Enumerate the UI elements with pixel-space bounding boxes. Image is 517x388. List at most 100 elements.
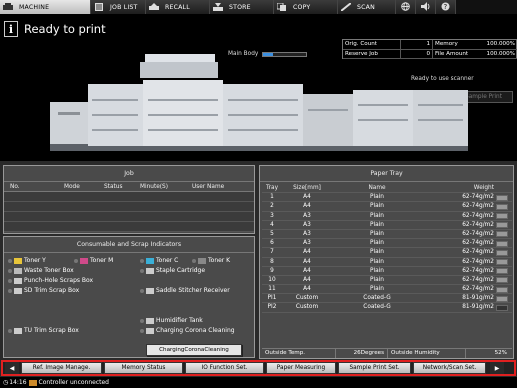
tray-row[interactable]: 2 A4 Plain 62-74g/m2 [262, 202, 512, 212]
tank-icon [146, 317, 154, 324]
saddle-stitcher-indicator: Saddle Stitcher Receiver [140, 287, 230, 294]
toner-icon [198, 257, 206, 264]
trim-box-icon [14, 327, 22, 334]
status-time: 14:16 [9, 379, 27, 386]
outside-temp-value: 26Degrees [336, 349, 388, 358]
consumables-panel: Consumable and Scrap Indicators Toner Y … [3, 236, 255, 358]
info-icon: i [4, 21, 18, 37]
tray-row[interactable]: 4 A3 Plain 62-74g/m2 [262, 221, 512, 230]
scroll-right-button[interactable]: ▶ [490, 362, 504, 374]
tray-level-icon [496, 249, 508, 256]
paper-measuring-button[interactable]: Paper Measuring [266, 362, 336, 374]
job-col-status: Status [104, 184, 123, 190]
toner-k-indicator: Toner K [192, 257, 230, 264]
left-arrow-icon: ◀ [9, 364, 15, 372]
memory-status-button[interactable]: Memory Status [104, 362, 183, 374]
tab-label: STORE [229, 3, 251, 11]
globe-button[interactable] [396, 0, 416, 14]
toner-icon [14, 257, 22, 264]
job-panel-title: Job [4, 166, 254, 182]
job-table-header: No. Mode Status Minute(S) User Name [4, 182, 254, 192]
tray-row[interactable]: 3 A3 Plain 62-74g/m2 [262, 212, 512, 221]
help-button[interactable]: ? [436, 0, 456, 14]
scroll-left-button[interactable]: ◀ [5, 362, 19, 374]
tab-copy[interactable]: COPY [274, 0, 338, 14]
punch-icon [14, 277, 22, 284]
trim-box-icon [14, 287, 22, 294]
volume-button[interactable] [416, 0, 436, 14]
tray-row[interactable]: 5 A3 Plain 62-74g/m2 [262, 230, 512, 240]
tray-row[interactable]: 6 A3 Plain 62-74g/m2 [262, 239, 512, 249]
waste-box-icon [14, 267, 22, 274]
tray-table-header: Tray Size[mm] Name Weight [262, 184, 512, 194]
tab-recall[interactable]: RECALL [146, 0, 210, 14]
store-icon [213, 3, 223, 11]
tray-row[interactable]: PI2 Custom Coated-G 81-91g/m2 [262, 303, 512, 313]
svg-text:?: ? [444, 3, 448, 11]
tab-machine[interactable]: MACHINE [0, 0, 91, 14]
corona-icon [146, 327, 154, 334]
orig-count-label: Orig. Count [343, 40, 401, 50]
charging-corona-cleaning-button[interactable]: ChargingCoronaCleaning [146, 344, 242, 356]
tab-label: MACHINE [19, 3, 50, 11]
status-line: ◷ 14:16 Controller unconnected [0, 377, 517, 388]
charging-corona-indicator: Charging Corona Cleaning [140, 327, 235, 334]
tab-job-list[interactable]: JOB LIST [91, 0, 146, 14]
tray-row[interactable]: PI1 Custom Coated-G 81-91g/m2 [262, 294, 512, 304]
tray-level-icon [496, 286, 508, 293]
tab-label: JOB LIST [110, 3, 138, 11]
tab-scan[interactable]: SCAN [338, 0, 396, 14]
sd-trim-indicator: SD Trim Scrap Box [8, 287, 79, 294]
job-list-icon [94, 3, 104, 11]
job-list-area[interactable] [4, 192, 254, 232]
help-icon: ? [441, 2, 450, 13]
job-col-no: No. [10, 184, 20, 190]
paper-tray-title: Paper Tray [260, 166, 513, 182]
punch-hole-indicator: Punch-Hole Scraps Box [8, 277, 93, 284]
toner-icon [80, 257, 88, 264]
waste-toner-indicator: Waste Toner Box [8, 267, 74, 274]
tray-row[interactable]: 1 A4 Plain 62-74g/m2 [262, 193, 512, 203]
io-function-set-button[interactable]: IO Function Set. [185, 362, 264, 374]
orig-count-value: 1 [401, 40, 433, 50]
job-col-minutes: Minute(S) [140, 184, 169, 190]
consumables-title: Consumable and Scrap Indicators [4, 237, 254, 253]
function-bar: ◀ Ref. Image Manage. Memory Status IO Fu… [1, 360, 516, 376]
status-text: Controller unconnected [38, 379, 109, 386]
tray-row[interactable]: 7 A4 Plain 62-74g/m2 [262, 248, 512, 258]
memory-label: Memory [435, 41, 458, 47]
tab-label: COPY [293, 3, 311, 11]
paper-tray-table: Tray Size[mm] Name Weight 1 A4 Plain 62-74g… [262, 184, 512, 313]
memory-cell: Memory 100.000% [433, 40, 517, 50]
tray-level-icon [496, 268, 508, 275]
ready-status: i Ready to print [4, 18, 194, 40]
job-panel: Job No. Mode Status Minute(S) User Name [3, 165, 255, 234]
machine-status-header: i Ready to print Orig. Count 1 Memory 10… [0, 14, 517, 161]
toner-y-indicator: Toner Y [8, 257, 46, 264]
tray-level-icon [496, 203, 508, 210]
tray-level-icon [496, 222, 508, 229]
tray-row[interactable]: 10 A4 Plain 62-74g/m2 [262, 276, 512, 286]
sample-print-set-button[interactable]: Sample Print Set. [338, 362, 411, 374]
file-amount-value: 100.000% [486, 50, 515, 57]
copy-icon [276, 2, 287, 11]
network-scan-set-button[interactable]: Network/Scan Set. [413, 362, 486, 374]
staple-icon [146, 267, 154, 274]
outside-temp-label: Outside Temp. [262, 349, 336, 358]
outside-conditions: Outside Temp. 26Degrees Outside Humidity… [262, 348, 512, 358]
tray-row[interactable]: 8 A4 Plain 62-74g/m2 [262, 258, 512, 267]
tray-level-icon [496, 304, 508, 311]
tray-level-icon [496, 277, 508, 284]
recall-icon [149, 3, 159, 11]
tab-label: RECALL [165, 3, 190, 11]
job-col-mode: Mode [64, 184, 80, 190]
tray-row[interactable]: 9 A4 Plain 62-74g/m2 [262, 267, 512, 276]
tu-trim-indicator: TU Trim Scrap Box [8, 327, 79, 334]
speaker-icon [420, 1, 431, 13]
ref-image-manage-button[interactable]: Ref. Image Manage. [21, 362, 102, 374]
globe-icon [401, 1, 410, 13]
tray-row[interactable]: 11 A4 Plain 62-74g/m2 [262, 285, 512, 295]
tab-store[interactable]: STORE [210, 0, 274, 14]
outside-humidity-label: Outside Humidity [388, 349, 466, 358]
tray-level-icon [496, 231, 508, 238]
